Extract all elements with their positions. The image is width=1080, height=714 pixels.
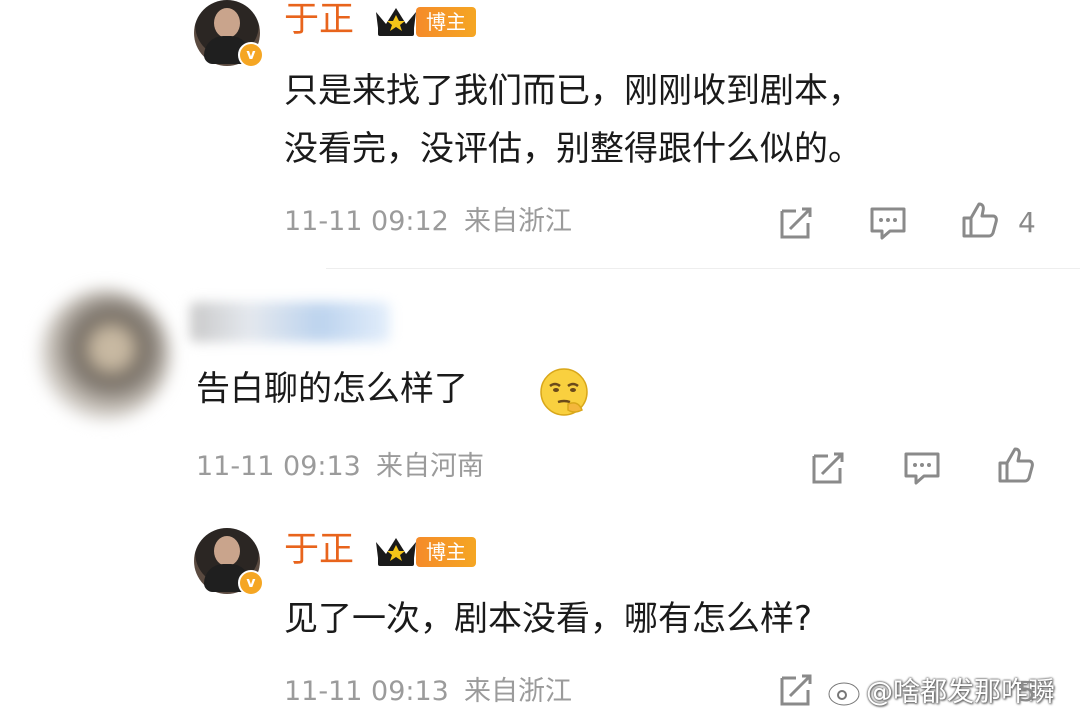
thumbs-up-icon[interactable] [996,445,1036,485]
avatar[interactable] [40,290,170,420]
crown-icon [372,4,420,40]
weibo-logo-icon [826,670,866,710]
divider [326,268,1080,269]
comment-text-line-2: 没看完，没评估，别整得跟什么似的。 [284,129,862,169]
comment-location: 来自河南 [376,451,484,482]
username[interactable]: 于正 [284,530,354,570]
blogger-badge: 博主 [416,537,476,567]
verified-v-icon: v [238,42,264,68]
comment-text-line-1: 只是来找了我们而已，刚刚收到剧本， [284,71,862,111]
like-count: 5 [1018,675,1036,708]
share-icon[interactable] [776,670,816,710]
comment-time: 11-11 09:12 [284,206,449,237]
comment-text: 见了一次，剧本没看，哪有怎么样? [284,599,813,639]
comment-time: 11-11 09:13 [284,676,449,707]
avatar[interactable]: v [194,528,264,596]
username-blurred[interactable] [190,302,390,342]
like-count: 4 [1018,206,1036,239]
share-icon[interactable] [808,448,848,488]
comment-location: 来自浙江 [464,676,572,707]
verified-v-icon: v [238,570,264,596]
comment-time: 11-11 09:13 [196,451,361,482]
avatar[interactable]: v [194,0,264,68]
username[interactable]: 于正 [284,0,354,40]
crown-icon [372,534,420,570]
thumbs-up-icon[interactable] [960,200,1000,240]
smirk-emoji-icon [538,366,590,418]
comment-text: 告白聊的怎么样了 [196,369,468,409]
share-icon[interactable] [776,203,816,243]
comment-icon[interactable] [902,448,942,488]
comment-location: 来自浙江 [464,206,572,237]
comment-icon[interactable] [868,203,908,243]
blogger-badge: 博主 [416,7,476,37]
